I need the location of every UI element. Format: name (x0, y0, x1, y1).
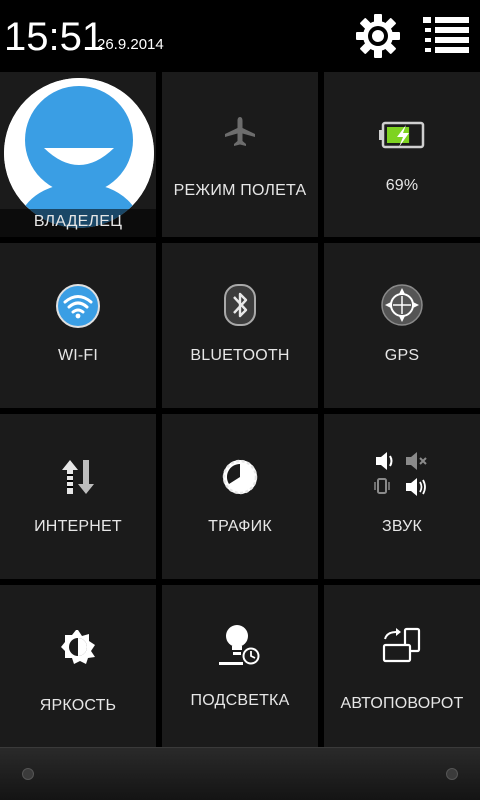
tile-gps-label: GPS (384, 347, 420, 364)
tile-bluetooth[interactable]: BLUETOOTH (162, 243, 318, 408)
data-transfer-icon (62, 460, 94, 494)
autorotate-icon (382, 627, 421, 663)
list-icon (423, 17, 469, 53)
battery-charging-icon (379, 121, 425, 149)
tile-bluetooth-label: BLUETOOTH (190, 347, 290, 364)
wifi-icon (56, 284, 100, 328)
avatar-icon (4, 78, 154, 228)
tile-wifi-label: WI-FI (57, 347, 99, 364)
left-handle-dot (22, 768, 34, 780)
brightness-icon (61, 630, 95, 664)
airplane-icon (225, 117, 255, 146)
bottom-handle-bar[interactable] (0, 747, 480, 800)
sound-modes-icon (374, 452, 427, 496)
status-header: 15:51 26.9.2014 (0, 0, 480, 72)
tile-traffic[interactable]: ТРАФИК (162, 414, 318, 579)
tile-autorotate[interactable]: АВТОПОВОРОТ (324, 585, 480, 747)
tile-battery-label: 69% (385, 177, 419, 194)
gear-icon (356, 14, 400, 58)
tile-brightness[interactable]: ЯРКОСТЬ (0, 585, 156, 747)
tile-internet[interactable]: ИНТЕРНЕТ (0, 414, 156, 579)
tile-wifi[interactable]: WI-FI (0, 243, 156, 408)
tile-airplane-mode[interactable]: РЕЖИМ ПОЛЕТА (162, 72, 318, 237)
list-button[interactable] (420, 10, 472, 62)
tile-owner-label: ВЛАДЕЛЕЦ (33, 213, 123, 230)
traffic-icon (222, 459, 258, 495)
tile-owner[interactable]: ВЛАДЕЛЕЦ (0, 72, 156, 237)
gps-icon (381, 284, 423, 326)
tile-backlight-label: ПОДСВЕТКА (190, 692, 290, 709)
tile-autorotate-label: АВТОПОВОРОТ (340, 695, 464, 712)
settings-button[interactable] (352, 10, 404, 62)
tile-gps[interactable]: GPS (324, 243, 480, 408)
tile-sound-label: ЗВУК (381, 518, 423, 535)
tile-internet-label: ИНТЕРНЕТ (34, 518, 122, 535)
tile-airplane-label: РЕЖИМ ПОЛЕТА (173, 182, 307, 199)
backlight-icon (219, 625, 260, 665)
date: 26.9.2014 (97, 36, 164, 53)
tile-traffic-label: ТРАФИК (208, 518, 272, 535)
avatar (4, 78, 154, 228)
right-handle-dot (446, 768, 458, 780)
quick-settings-grid: ВЛАДЕЛЕЦ РЕЖИМ ПОЛЕТА 69% WI-FI BLUETOOT… (0, 72, 480, 747)
clock: 15:51 (4, 15, 105, 59)
tile-sound[interactable]: ЗВУК (324, 414, 480, 579)
bluetooth-icon (224, 284, 256, 326)
tile-backlight[interactable]: ПОДСВЕТКА (162, 585, 318, 747)
tile-brightness-label: ЯРКОСТЬ (39, 697, 117, 714)
tile-battery[interactable]: 69% (324, 72, 480, 237)
